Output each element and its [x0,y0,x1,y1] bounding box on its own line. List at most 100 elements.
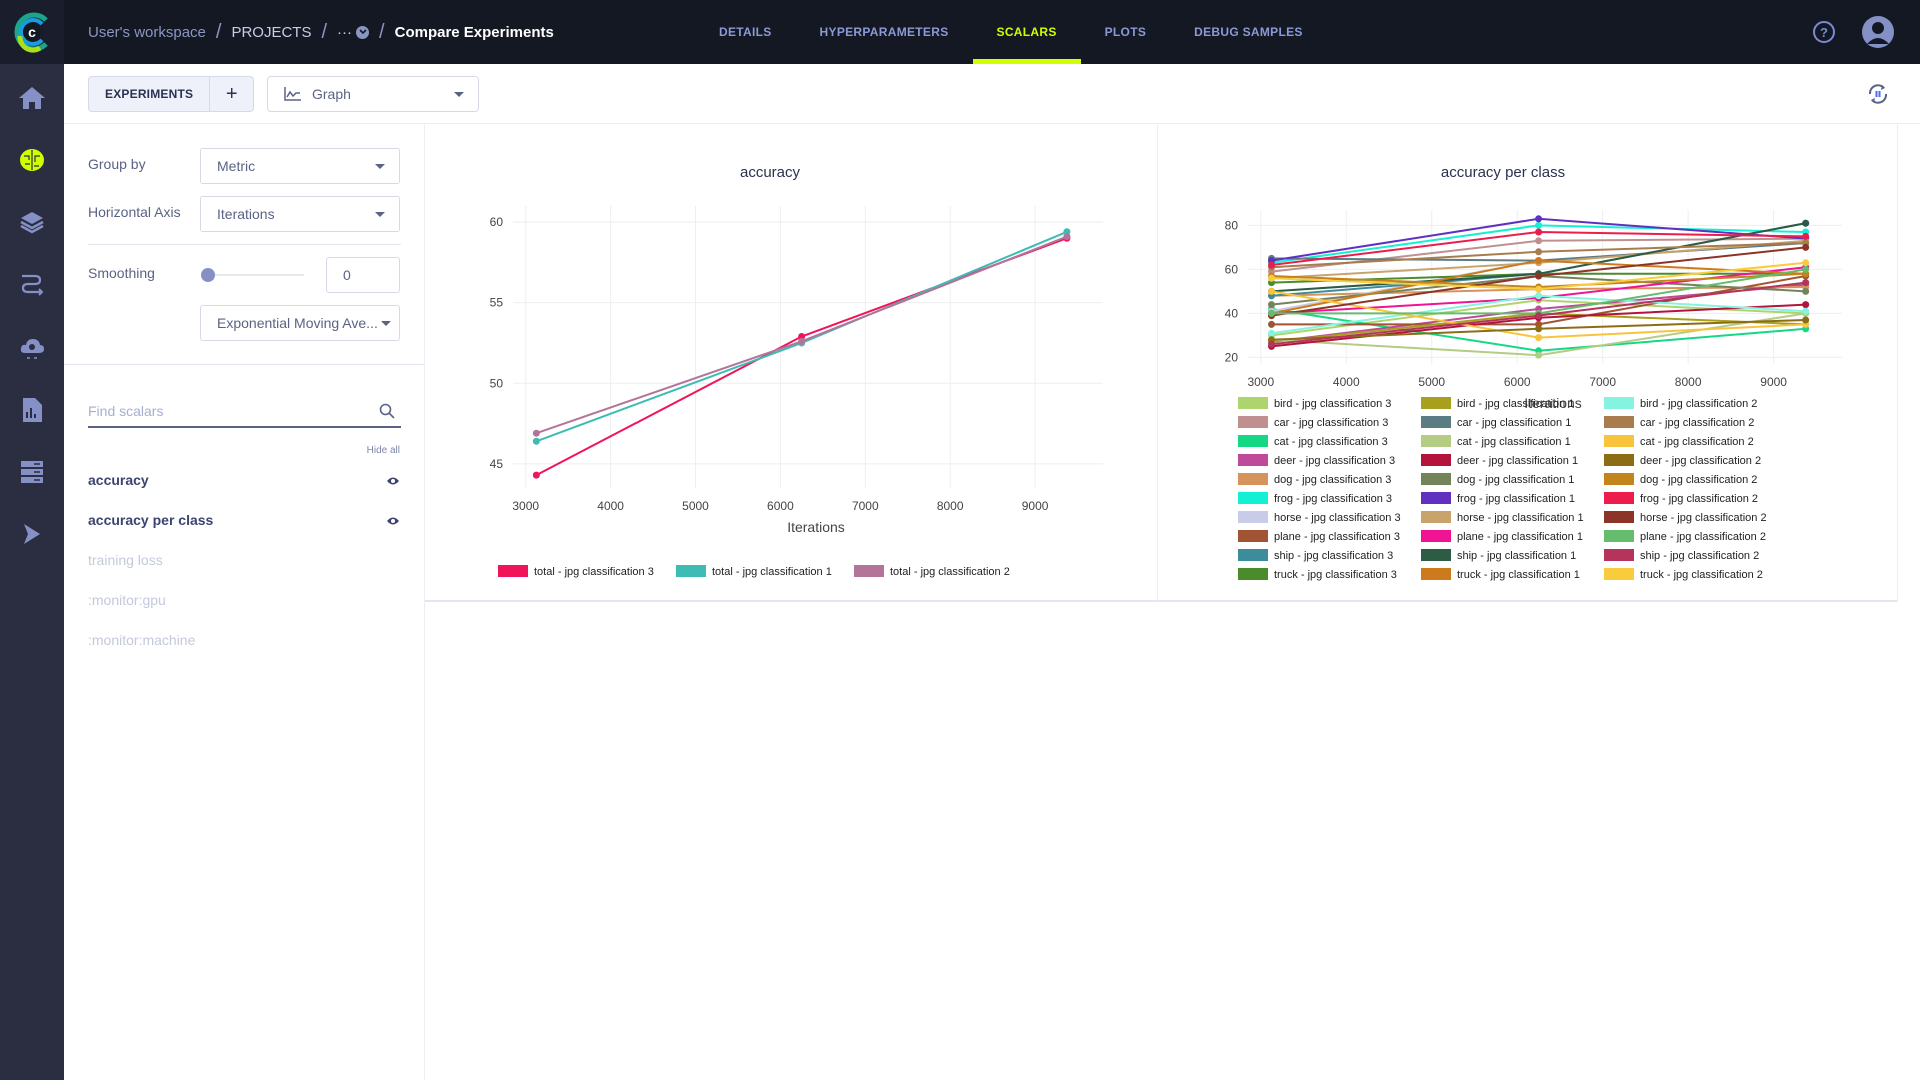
chart-area: accuracy 3000 4000 5000 6000 7000 8000 9000 45 50… [425,124,1920,1080]
view-select[interactable]: Graph [267,76,479,112]
help-icon[interactable]: ? [1813,21,1835,43]
data-point [1268,340,1276,348]
breadcrumb: User's workspace / PROJECTS / ··· / Comp… [88,0,554,64]
tab-details[interactable]: DETAILS [695,0,796,64]
eye-icon[interactable] [386,516,400,526]
layers-icon [20,212,44,234]
data-point [1802,316,1810,324]
smoothing-label: Smoothing [88,265,155,281]
tab-label: HYPERPARAMETERS [819,25,949,39]
server-icon [21,461,43,483]
divider [88,244,401,245]
legend-label: total - jpg classification 2 [890,566,1010,578]
legend-swatch [1421,397,1451,409]
sidebar-item-applications[interactable] [16,518,48,550]
accuracy-per-class-chart[interactable]: accuracy per class 3000 4000 5000 6000 7000 80… [1158,124,1898,602]
refresh-pause-icon [1868,84,1888,104]
legend-label: plane - jpg classification 2 [1640,531,1766,543]
x-tick-label: 9000 [1760,375,1787,389]
experiments-button[interactable]: EXPERIMENTS [89,77,209,111]
group-by-select[interactable]: Metric [200,148,400,184]
auto-refresh-pause-button[interactable] [1866,82,1890,106]
data-point [1268,309,1276,317]
view-select-value: Graph [312,86,351,102]
data-point [1535,351,1543,359]
legend-label: horse - jpg classification 3 [1274,512,1401,524]
data-point [1535,221,1543,229]
tab-scalars[interactable]: SCALARS [972,0,1081,64]
scalar-item-monitor-machine[interactable]: :monitor:machine [88,632,195,648]
legend-swatch [1421,435,1451,447]
tab-hyperparameters[interactable]: HYPERPARAMETERS [796,0,973,64]
data-point [1535,312,1543,320]
smoothing-input[interactable]: 0 [326,257,400,293]
tab-plots[interactable]: PLOTS [1081,0,1171,64]
breadcrumb-separator: / [379,20,385,43]
breadcrumb-separator: / [321,20,328,43]
legend-label: car - jpg classification 3 [1274,417,1388,429]
clearml-logo[interactable]: c [0,0,64,64]
scalar-search-input[interactable] [88,403,368,419]
scalar-search [88,396,401,428]
legend-label: ship - jpg classification 2 [1640,550,1759,562]
y-tick-label: 60 [490,215,504,229]
tab-debug-samples[interactable]: DEBUG SAMPLES [1170,0,1327,64]
horizontal-axis-select[interactable]: Iterations [200,196,400,232]
group-by-value: Metric [217,158,256,174]
data-point [1535,334,1543,342]
line-chart-icon [284,87,301,101]
svg-text:c: c [28,24,36,40]
breadcrumb-separator: / [215,20,222,43]
legend-swatch [1238,530,1268,542]
legend-swatch [1421,511,1451,523]
x-tick-label: 8000 [937,499,964,513]
breadcrumb-workspace[interactable]: User's workspace [88,24,206,41]
smoothing-slider-thumb[interactable] [201,268,215,282]
series-line [535,237,1068,476]
data-point [1802,243,1810,251]
tab-label: SCALARS [996,25,1057,39]
scalar-item-monitor-gpu[interactable]: :monitor:gpu [88,592,166,608]
x-tick-label: 6000 [1504,375,1531,389]
accuracy-chart[interactable]: accuracy 3000 4000 5000 6000 7000 8000 9000 45 50… [425,124,1158,602]
sidebar-item-workers[interactable] [16,456,48,488]
search-icon[interactable] [379,403,395,419]
data-point [1802,259,1810,267]
legend-label: truck - jpg classification 1 [1457,569,1580,581]
legend-swatch [1604,435,1634,447]
y-tick-label: 55 [490,296,504,310]
sidebar-item-datasets[interactable] [16,206,48,238]
data-point [1535,257,1543,265]
scalar-item-training-loss[interactable]: training loss [88,552,163,568]
y-tick-label: 80 [1225,218,1239,232]
caret-down-icon [381,321,391,326]
legend-swatch [498,565,528,577]
sidebar-item-orchestration[interactable] [16,332,48,364]
data-point [532,429,540,437]
breadcrumb-projects[interactable]: PROJECTS [231,24,311,41]
smoothing-type-select[interactable]: Exponential Moving Ave... [200,305,400,341]
home-icon [19,87,45,109]
legend-label: horse - jpg classification 2 [1640,512,1767,524]
scalar-item-accuracy-per-class[interactable]: accuracy per class [88,512,213,528]
sidebar-item-home[interactable] [16,82,48,114]
sidebar-item-pipelines[interactable] [16,268,48,300]
horizontal-axis-value: Iterations [217,206,275,222]
breadcrumb-ellipsis-menu[interactable]: ··· [337,23,370,41]
data-point [1535,272,1543,280]
cloud-gear-icon [20,339,44,359]
user-avatar[interactable] [1862,16,1894,48]
scalar-item-accuracy[interactable]: accuracy [88,472,149,488]
eye-icon[interactable] [386,476,400,486]
chart-panel-accuracy: accuracy 3000 4000 5000 6000 7000 8000 9000 45 50… [425,124,1158,602]
breadcrumb-current: Compare Experiments [394,23,554,41]
breadcrumb-ellipsis: ··· [337,23,353,41]
x-tick-label: 6000 [767,499,794,513]
legend-label: cat - jpg classification 2 [1640,436,1754,448]
add-experiment-button[interactable]: + [209,77,253,111]
smoothing-slider-track[interactable] [202,274,304,276]
hide-all-button[interactable]: Hide all [367,445,400,456]
sidebar-item-experiments[interactable] [16,144,48,176]
legend-label: horse - jpg classification 1 [1457,512,1584,524]
sidebar-item-reports[interactable] [16,394,48,426]
